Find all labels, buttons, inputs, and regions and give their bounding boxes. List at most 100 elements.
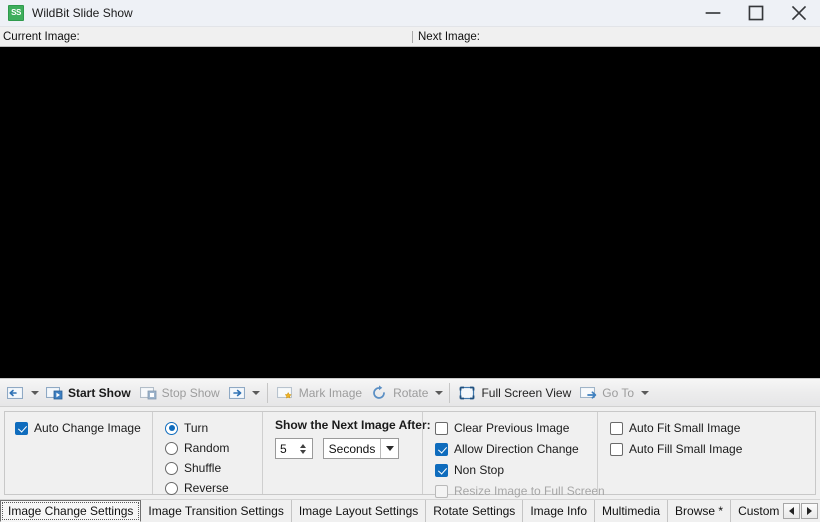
auto-fit-small-image-row[interactable]: Auto Fit Small Image <box>610 418 815 438</box>
clear-previous-image-label: Clear Previous Image <box>454 421 570 435</box>
maximize-button[interactable] <box>734 0 777 26</box>
order-mode-shuffle-radio[interactable] <box>165 461 178 475</box>
chevron-down-icon <box>434 390 443 395</box>
tab-image-change-settings[interactable]: Image Change Settings <box>0 500 142 522</box>
close-button[interactable] <box>777 0 820 26</box>
tab-image-layout-settings[interactable]: Image Layout Settings <box>291 500 427 522</box>
start-show-icon <box>46 386 63 399</box>
toolbar-full-screen-view-label: Full Screen View <box>481 385 572 400</box>
chevron-down-icon <box>30 390 39 395</box>
order-mode-random-row[interactable]: Random <box>165 438 262 458</box>
tab-scroll-controls <box>781 500 820 522</box>
stop-show-icon <box>139 386 157 399</box>
toolbar-previous-image-dropdown[interactable] <box>28 382 41 404</box>
tab-image-info[interactable]: Image Info <box>523 500 596 522</box>
toolbar-stop-show-button[interactable]: Stop Show <box>135 380 224 405</box>
delay-unit-dropdown-button[interactable] <box>380 439 398 458</box>
order-mode-reverse-row[interactable]: Reverse <box>165 478 262 498</box>
allow-direction-change-row[interactable]: Allow Direction Change <box>435 439 597 459</box>
app-window: SS WildBit Slide Show Current Image: Nex… <box>0 0 820 522</box>
current-image-label: Current Image: <box>0 30 413 43</box>
clear-previous-image-row[interactable]: Clear Previous Image <box>435 418 597 438</box>
behavior-options-group: Clear Previous Image Allow Direction Cha… <box>422 412 605 498</box>
allow-direction-change-checkbox[interactable] <box>435 442 448 456</box>
resize-image-to-full-screen-checkbox <box>435 484 448 498</box>
delay-unit-select[interactable]: Seconds <box>323 438 399 459</box>
auto-fit-small-image-checkbox[interactable] <box>610 421 623 435</box>
toolbar-rotate-button[interactable]: Rotate <box>366 380 432 405</box>
full-screen-icon <box>460 386 475 399</box>
auto-change-group: Auto Change Image <box>5 412 152 494</box>
order-mode-turn-radio[interactable] <box>165 421 178 435</box>
window-title: WildBit Slide Show <box>32 6 133 20</box>
scroll-left-arrow-icon <box>789 507 794 515</box>
toolbar-start-show-label: Start Show <box>68 385 131 400</box>
stepper-down-icon[interactable] <box>300 449 306 454</box>
delay-value-stepper[interactable]: 5 <box>275 438 313 459</box>
auto-change-image-checkbox-row[interactable]: Auto Change Image <box>15 418 152 438</box>
toolbar-rotate-label: Rotate <box>393 385 429 400</box>
auto-change-image-checkbox[interactable] <box>15 421 28 435</box>
tab-rotate-settings[interactable]: Rotate Settings <box>426 500 524 522</box>
resize-image-to-full-screen-row: Resize Image to Full Screen <box>435 481 605 501</box>
toolbar-stop-show-label: Stop Show <box>161 385 220 400</box>
window-controls <box>691 0 820 26</box>
mark-image-icon <box>276 386 292 398</box>
non-stop-checkbox[interactable] <box>435 463 448 477</box>
toolbar-mark-image-button[interactable]: Mark Image <box>272 380 366 405</box>
close-icon <box>791 5 806 21</box>
title-bar-left: SS WildBit Slide Show <box>0 5 691 21</box>
toolbar-go-to-dropdown[interactable] <box>638 382 651 404</box>
delay-group-title: Show the Next Image After: <box>275 418 431 432</box>
order-mode-shuffle-row[interactable]: Shuffle <box>165 458 262 478</box>
non-stop-row[interactable]: Non Stop <box>435 460 597 480</box>
order-mode-random-label: Random <box>184 441 230 455</box>
toolbar-start-show-button[interactable]: Start Show <box>41 380 135 405</box>
tab-scroll-right-button[interactable] <box>801 503 818 519</box>
image-viewer-canvas[interactable] <box>0 47 820 378</box>
tab-scroll-left-button[interactable] <box>783 503 800 519</box>
settings-tab-bar: Image Change Settings Image Transition S… <box>0 499 820 522</box>
delay-stepper-buttons[interactable] <box>296 439 312 458</box>
non-stop-label: Non Stop <box>454 463 505 477</box>
tab-browse[interactable]: Browse * <box>668 500 732 522</box>
chevron-down-icon <box>640 390 649 395</box>
tab-custom-show[interactable]: Custom Show <box>731 500 781 522</box>
order-mode-random-radio[interactable] <box>165 441 178 455</box>
chevron-down-icon <box>252 390 261 395</box>
delay-value-input[interactable]: 5 <box>276 439 296 458</box>
clear-previous-image-checkbox[interactable] <box>435 421 448 435</box>
toolbar-next-image-dropdown[interactable] <box>250 382 263 404</box>
auto-fill-small-image-row[interactable]: Auto Fill Small Image <box>610 439 815 459</box>
small-image-options-group: Auto Fit Small Image Auto Fill Small Ima… <box>597 412 815 494</box>
order-mode-shuffle-label: Shuffle <box>184 461 222 475</box>
scroll-right-arrow-icon <box>807 507 812 515</box>
toolbar-mark-image-label: Mark Image <box>298 385 363 400</box>
allow-direction-change-label: Allow Direction Change <box>454 442 579 456</box>
rotate-icon <box>373 384 385 399</box>
settings-tab-list: Image Change Settings Image Transition S… <box>0 500 781 522</box>
auto-fill-small-image-checkbox[interactable] <box>610 442 623 456</box>
minimize-button[interactable] <box>691 0 734 26</box>
title-bar: SS WildBit Slide Show <box>0 0 820 27</box>
stepper-up-icon[interactable] <box>300 443 306 448</box>
order-mode-turn-row[interactable]: Turn <box>165 418 262 438</box>
toolbar-rotate-dropdown[interactable] <box>432 382 445 404</box>
toolbar-go-to-button[interactable]: Go To <box>575 380 638 405</box>
tab-image-transition-settings[interactable]: Image Transition Settings <box>141 500 292 522</box>
auto-fill-small-image-label: Auto Fill Small Image <box>629 442 743 456</box>
image-change-settings-group: Auto Change Image Turn Random Shuffle Re… <box>4 411 816 498</box>
tab-multimedia[interactable]: Multimedia <box>595 500 669 522</box>
image-status-strip: Current Image: Next Image: <box>0 27 820 47</box>
maximize-icon <box>748 5 763 21</box>
toolbar-full-screen-view-button[interactable]: Full Screen View <box>454 380 575 405</box>
toolbar-previous-image-button[interactable] <box>2 380 28 405</box>
toolbar-separator-1 <box>266 382 268 403</box>
order-mode-turn-label: Turn <box>184 421 209 435</box>
order-mode-reverse-label: Reverse <box>184 481 229 495</box>
delay-unit-value: Seconds <box>328 441 376 456</box>
order-mode-reverse-radio[interactable] <box>165 481 178 495</box>
toolbar-next-image-button[interactable] <box>224 380 250 405</box>
delay-group: Show the Next Image After: 5 Seconds <box>262 412 431 494</box>
main-toolbar: Start Show Stop Show Mark Image Rotate F… <box>0 378 820 407</box>
